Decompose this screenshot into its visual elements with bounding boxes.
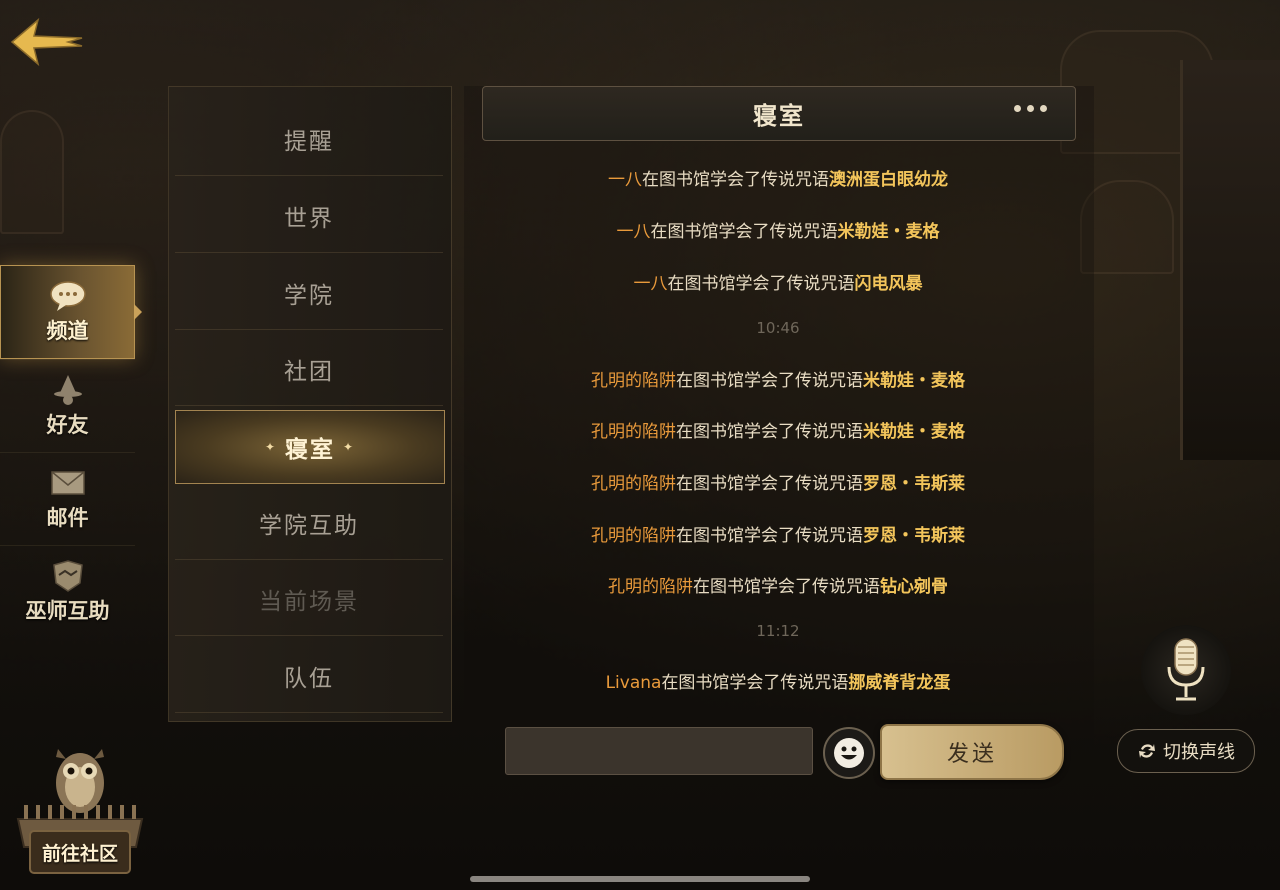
chat-header: 寝室	[482, 86, 1076, 141]
message-user[interactable]: 孔明的陷阱	[591, 526, 676, 546]
chat-message: 一八在图书馆学会了传说咒语闪电风暴	[482, 269, 1074, 294]
chat-bubble-icon	[49, 281, 86, 311]
message-user[interactable]: 一八	[617, 222, 651, 242]
chat-message: 孔明的陷阱在图书馆学会了传说咒语罗恩・韦斯莱	[482, 469, 1074, 494]
nav-item-label: 好友	[46, 413, 89, 437]
message-text: 在图书馆学会了传说咒语	[676, 526, 863, 546]
message-spell: 澳洲蛋白眼幼龙	[829, 170, 948, 190]
message-text: 在图书馆学会了传说咒语	[661, 673, 849, 693]
chat-title: 寝室	[753, 102, 805, 130]
message-user[interactable]: Livana	[606, 673, 662, 693]
sparkle-icon: ✦	[343, 440, 356, 454]
switch-voice-button[interactable]: 切换声线	[1117, 729, 1255, 773]
envelope-icon	[50, 471, 85, 495]
microphone-icon	[1167, 638, 1205, 701]
channel-label: 学院	[284, 283, 334, 309]
channel-label: 当前场景	[259, 589, 359, 615]
handshake-crest-icon	[52, 560, 83, 592]
nav-item-label: 频道	[46, 319, 89, 343]
home-indicator[interactable]	[470, 876, 810, 882]
dot-icon	[1027, 105, 1034, 112]
back-arrow-icon	[10, 17, 83, 67]
channel-current-scene[interactable]: 当前场景	[175, 563, 443, 636]
channel-dorm[interactable]: ✦ 寝室 ✦	[175, 410, 445, 484]
message-text: 在图书馆学会了传说咒语	[642, 170, 829, 190]
chat-message: 孔明的陷阱在图书馆学会了传说咒语米勒娃・麦格	[482, 366, 1074, 391]
message-text: 在图书馆学会了传说咒语	[693, 577, 880, 597]
chat-input[interactable]	[505, 727, 813, 775]
nav-item-label: 邮件	[46, 506, 89, 530]
message-spell: 米勒娃・麦格	[837, 222, 940, 242]
message-text: 在图书馆学会了传说咒语	[667, 274, 855, 294]
channel-team[interactable]: 队伍	[175, 640, 443, 713]
channel-house-help[interactable]: 学院互助	[175, 487, 443, 560]
message-user[interactable]: 孔明的陷阱	[608, 577, 693, 597]
channel-label: 队伍	[284, 666, 334, 692]
channel-world[interactable]: 世界	[175, 180, 443, 253]
message-spell: 挪威脊背龙蛋	[848, 673, 951, 693]
message-user[interactable]: 孔明的陷阱	[591, 422, 676, 442]
message-spell: 米勒娃・麦格	[863, 422, 965, 442]
message-spell: 闪电风暴	[854, 274, 923, 294]
message-text: 在图书馆学会了传说咒语	[676, 474, 863, 494]
message-user[interactable]: 孔明的陷阱	[591, 371, 676, 391]
channel-club[interactable]: 社团	[175, 333, 443, 406]
timestamp: 11:12	[756, 622, 800, 640]
message-user[interactable]: 一八	[608, 170, 642, 190]
background-window	[1080, 180, 1174, 274]
send-label: 发送	[946, 742, 997, 767]
channel-label: 学院互助	[259, 513, 359, 539]
channel-list: 提醒 世界 学院 社团 ✦ 寝室 ✦ 学院互助 当前场景 队伍	[168, 86, 452, 722]
chat-message: 一八在图书馆学会了传说咒语澳洲蛋白眼幼龙	[482, 165, 1074, 190]
dot-icon	[1040, 105, 1047, 112]
message-spell: 钻心剜骨	[880, 577, 948, 597]
sparkle-icon: ✦	[264, 440, 277, 454]
channel-label: 提醒	[284, 129, 334, 155]
chat-message: 一八在图书馆学会了传说咒语米勒娃・麦格	[482, 217, 1074, 242]
channel-label: 寝室	[285, 437, 335, 463]
channel-label: 世界	[284, 206, 334, 232]
channel-label: 社团	[284, 359, 334, 385]
more-options-button[interactable]	[1014, 105, 1047, 112]
community-button[interactable]: 前往社区	[8, 735, 153, 880]
nav-item-channel[interactable]: 频道	[0, 265, 142, 359]
message-user[interactable]: 一八	[634, 274, 668, 294]
dot-icon	[1014, 105, 1021, 112]
left-nav: 频道 好友 邮件 巫师互助	[0, 265, 142, 638]
nav-item-wizard-help[interactable]: 巫师互助	[0, 545, 135, 638]
smiley-icon	[834, 738, 864, 768]
send-button[interactable]: 发送	[880, 724, 1064, 780]
message-spell: 罗恩・韦斯莱	[863, 526, 965, 546]
nav-item-mail[interactable]: 邮件	[0, 452, 135, 545]
active-notch	[134, 304, 142, 320]
chat-message: 孔明的陷阱在图书馆学会了传说咒语罗恩・韦斯莱	[482, 521, 1074, 546]
channel-reminder[interactable]: 提醒	[175, 103, 443, 176]
chat-message: Livana在图书馆学会了传说咒语挪威脊背龙蛋	[482, 668, 1074, 693]
background-bookshelf	[1180, 60, 1280, 460]
wizard-hat-icon	[53, 375, 82, 405]
back-button[interactable]	[8, 12, 86, 72]
message-spell: 米勒娃・麦格	[863, 371, 965, 391]
microphone-button[interactable]	[1141, 625, 1231, 715]
nav-item-label: 巫师互助	[25, 599, 110, 623]
message-text: 在图书馆学会了传说咒语	[676, 371, 863, 391]
chat-message: 孔明的陷阱在图书馆学会了传说咒语钻心剜骨	[482, 572, 1074, 597]
community-label: 前往社区	[41, 843, 118, 865]
channel-house[interactable]: 学院	[175, 257, 443, 330]
message-text: 在图书馆学会了传说咒语	[650, 222, 838, 242]
message-text: 在图书馆学会了传说咒语	[676, 422, 863, 442]
chat-message: 孔明的陷阱在图书馆学会了传说咒语米勒娃・麦格	[482, 417, 1074, 442]
message-spell: 罗恩・韦斯莱	[863, 474, 965, 494]
emoji-button[interactable]	[823, 727, 875, 779]
background-window	[0, 110, 64, 234]
message-user[interactable]: 孔明的陷阱	[591, 474, 676, 494]
timestamp: 10:46	[756, 319, 800, 337]
refresh-icon	[1139, 744, 1155, 758]
nav-item-friends[interactable]: 好友	[0, 359, 135, 452]
switch-voice-label: 切换声线	[1163, 742, 1235, 763]
